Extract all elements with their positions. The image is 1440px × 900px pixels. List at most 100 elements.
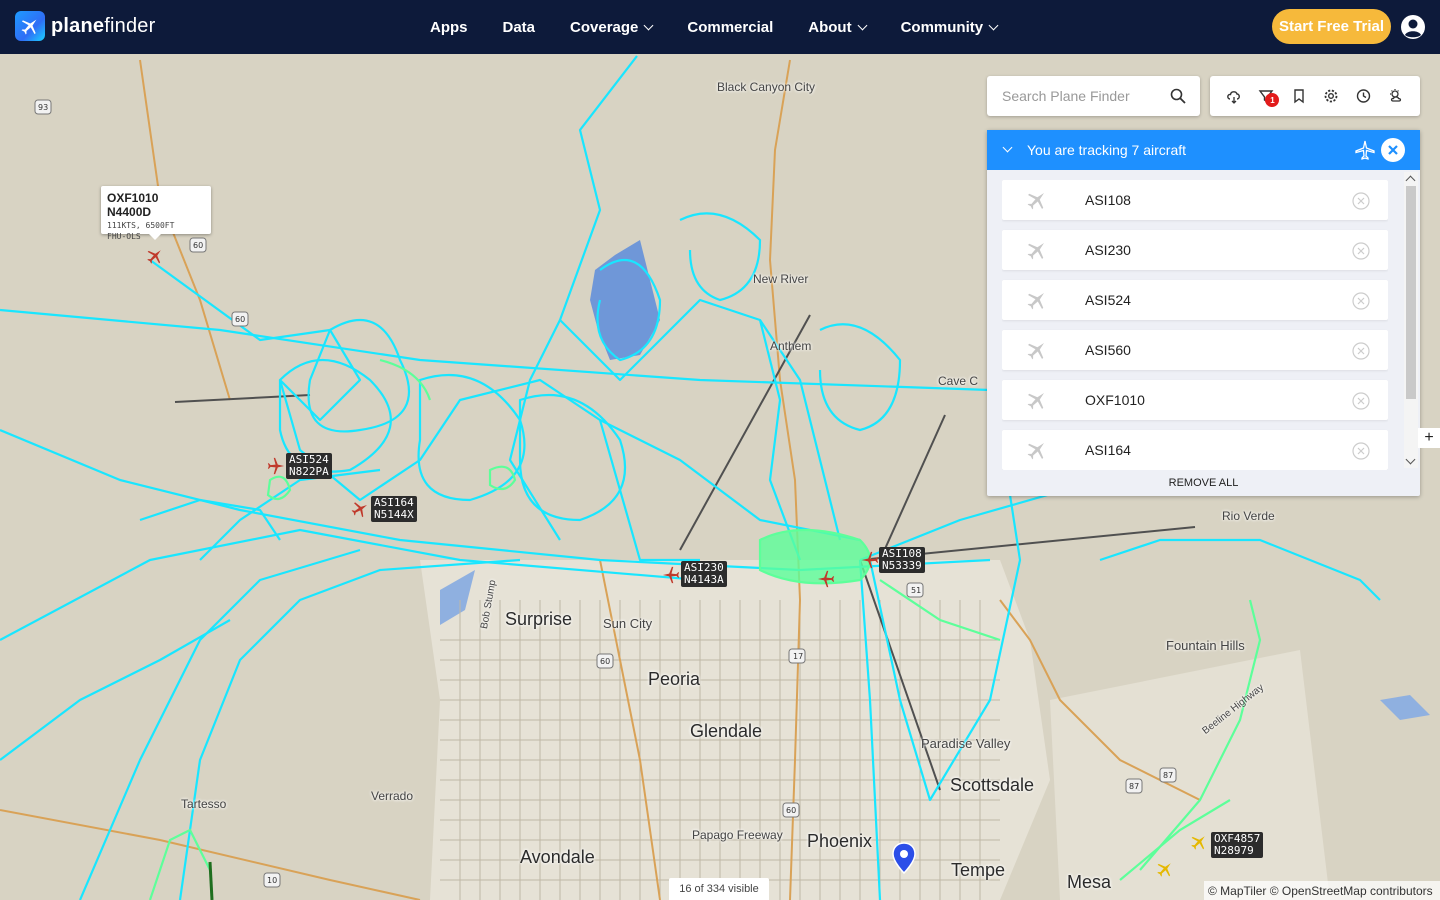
popup-route: FHU-OLS xyxy=(107,232,141,241)
svg-text:10: 10 xyxy=(267,876,277,885)
place-sun-city: Sun City xyxy=(603,616,653,631)
place-glendale: Glendale xyxy=(690,721,763,741)
place-mesa: Mesa xyxy=(1067,872,1112,892)
remove-all-button[interactable]: REMOVE ALL xyxy=(987,470,1420,496)
filter-icon[interactable]: 1 xyxy=(1256,86,1280,107)
place-black-canyon-city: Black Canyon City xyxy=(717,80,816,94)
nav-about[interactable]: About xyxy=(808,19,868,36)
remove-circle-icon[interactable] xyxy=(1352,442,1370,460)
list-item[interactable]: ASI230 xyxy=(1002,230,1388,270)
nav-apps[interactable]: Apps xyxy=(430,19,468,36)
remove-circle-icon[interactable] xyxy=(1352,342,1370,360)
zoom-in-button[interactable]: + xyxy=(1418,428,1440,448)
remove-circle-icon[interactable] xyxy=(1352,292,1370,310)
svg-text:60: 60 xyxy=(786,806,796,815)
plane-logo-icon xyxy=(15,11,45,41)
plane-icon xyxy=(1027,242,1045,260)
chevron-down-icon xyxy=(643,20,654,30)
plane-icon[interactable] xyxy=(817,570,835,588)
weather-icon[interactable] xyxy=(1386,86,1406,106)
remove-circle-icon[interactable] xyxy=(1352,242,1370,260)
aircraft-label-asi524[interactable]: ASI524 N822PA xyxy=(286,453,332,479)
plane-icon[interactable] xyxy=(1156,860,1174,878)
place-scottsdale: Scottsdale xyxy=(950,775,1035,795)
location-pin-icon[interactable] xyxy=(892,842,916,874)
scroll-thumb[interactable] xyxy=(1406,186,1416,399)
place-avondale: Avondale xyxy=(520,847,595,867)
place-fountain-hills: Fountain Hills xyxy=(1166,638,1245,653)
plane-icon xyxy=(1027,442,1045,460)
svg-text:87: 87 xyxy=(1163,771,1173,780)
app-root: 93 60 60 17 51 60 87 87 10 60 Black Cany… xyxy=(0,0,1440,900)
aircraft-label-asi164[interactable]: ASI164 N5144X xyxy=(371,496,417,522)
plane-icon[interactable] xyxy=(146,247,164,265)
cloud-icon[interactable] xyxy=(1224,86,1244,106)
place-peoria: Peoria xyxy=(648,669,701,689)
map-attribution[interactable]: © MapTiler © OpenStreetMap contributors xyxy=(1204,881,1440,900)
plane-icon[interactable] xyxy=(662,566,680,584)
place-papago-freeway: Papago Freeway xyxy=(692,828,783,842)
close-icon xyxy=(1388,145,1398,155)
search-icon[interactable] xyxy=(1170,88,1186,104)
list-item[interactable]: ASI108 xyxy=(1002,180,1388,220)
plane-icon[interactable] xyxy=(267,457,285,475)
svg-text:60: 60 xyxy=(193,241,203,250)
brand-name: planefinder xyxy=(51,14,156,37)
tracking-panel: You are tracking 7 aircraft ASI108 ASI23… xyxy=(987,130,1420,496)
user-account-icon[interactable] xyxy=(1400,14,1426,40)
nav-coverage[interactable]: Coverage xyxy=(570,19,654,36)
place-phoenix: Phoenix xyxy=(807,831,873,851)
plane-icon[interactable] xyxy=(1190,833,1208,851)
nav-data[interactable]: Data xyxy=(503,19,536,36)
aircraft-popup[interactable]: OXF1010 N4400D 111KTS, 6500FT FHU-OLS xyxy=(101,186,211,241)
aircraft-label-asi108[interactable]: ASI108 N53339 xyxy=(879,547,925,573)
chevron-down-icon[interactable] xyxy=(1002,142,1013,153)
svg-text:93: 93 xyxy=(38,103,48,112)
close-tracking-button[interactable] xyxy=(1381,138,1405,162)
list-item[interactable]: ASI164 xyxy=(1002,430,1388,470)
place-tartesso: Tartesso xyxy=(181,797,227,811)
history-icon[interactable] xyxy=(1353,86,1373,106)
map-toolbar: 1 xyxy=(1210,76,1420,116)
place-paradise-valley: Paradise Valley xyxy=(921,736,1011,751)
filter-count-badge: 1 xyxy=(1265,93,1280,107)
plane-icon xyxy=(1027,292,1045,310)
bookmark-icon[interactable] xyxy=(1289,86,1309,106)
svg-text:87: 87 xyxy=(1129,782,1139,791)
aircraft-callsign: ASI230 xyxy=(1085,242,1131,258)
nav-commercial[interactable]: Commercial xyxy=(687,19,773,36)
top-navigation-bar: planefinder Apps Data Coverage Commercia… xyxy=(0,0,1440,54)
chevron-up-icon[interactable] xyxy=(1405,175,1416,186)
planefinder-logo[interactable]: planefinder xyxy=(15,11,155,41)
aircraft-label-asi230[interactable]: ASI230 N4143A xyxy=(681,561,727,587)
remove-circle-icon[interactable] xyxy=(1352,192,1370,210)
chevron-down-icon[interactable] xyxy=(1405,454,1416,465)
place-tempe: Tempe xyxy=(951,860,1006,880)
place-anthem: Anthem xyxy=(770,339,812,353)
list-item[interactable]: OXF1010 xyxy=(1002,380,1388,420)
start-free-trial-button[interactable]: Start Free Trial xyxy=(1272,9,1391,44)
list-item[interactable]: ASI560 xyxy=(1002,330,1388,370)
list-item[interactable]: ASI524 xyxy=(1002,280,1388,320)
plane-outline-icon[interactable] xyxy=(1355,140,1375,160)
plane-icon[interactable] xyxy=(861,551,879,569)
panel-scrollbar[interactable] xyxy=(1404,172,1418,468)
popup-title: OXF1010 N4400D xyxy=(107,191,159,219)
svg-text:60: 60 xyxy=(235,315,245,324)
aircraft-callsign: ASI108 xyxy=(1085,192,1131,208)
place-surprise: Surprise xyxy=(505,609,573,629)
place-new-river: New River xyxy=(753,272,809,286)
plane-icon[interactable] xyxy=(351,500,369,518)
remove-circle-icon[interactable] xyxy=(1352,392,1370,410)
tracked-aircraft-list: ASI108 ASI230 ASI524 ASI560 OXF1010 ASI1… xyxy=(1002,180,1388,470)
tracking-panel-header[interactable]: You are tracking 7 aircraft xyxy=(987,130,1420,170)
place-cave-creek: Cave C xyxy=(938,374,979,388)
place-rio-verde: Rio Verde xyxy=(1222,509,1275,523)
settings-icon[interactable] xyxy=(1321,86,1341,106)
aircraft-label-oxf4857[interactable]: OXF4857 N28979 xyxy=(1211,832,1264,858)
search-input[interactable] xyxy=(1002,88,1162,104)
svg-text:51: 51 xyxy=(911,586,921,595)
aircraft-callsign: ASI524 xyxy=(1085,292,1131,308)
nav-community[interactable]: Community xyxy=(901,19,999,36)
popup-speed-altitude: 111KTS, 6500FT xyxy=(107,221,175,230)
